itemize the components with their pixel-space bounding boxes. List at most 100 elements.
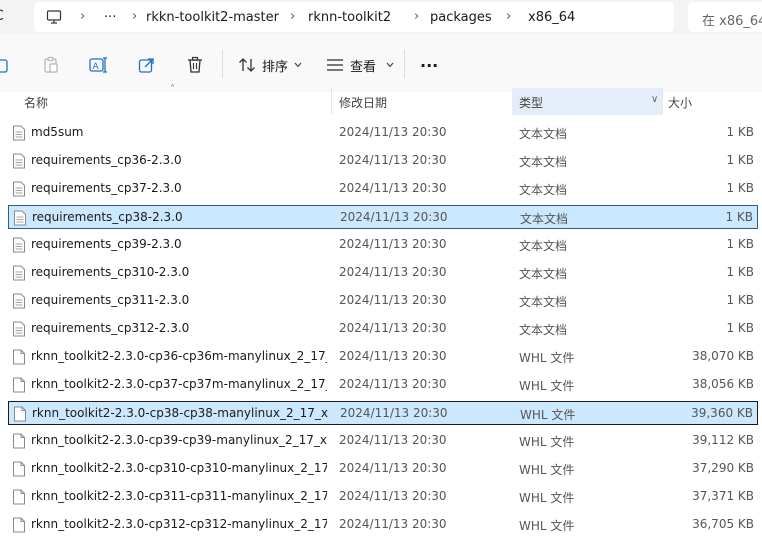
file-type: WHL 文件 [519, 463, 575, 477]
trash-icon [186, 56, 204, 74]
text-file-icon [12, 125, 26, 145]
file-type: WHL 文件 [519, 435, 575, 449]
file-size: 38,070 KB [692, 349, 754, 363]
copy-button[interactable] [0, 54, 10, 76]
file-name: requirements_cp39-2.3.0 [31, 237, 182, 251]
file-type: 文本文档 [519, 155, 568, 169]
chevron-right-icon: › [506, 9, 512, 24]
file-modified-date: 2024/11/13 20:30 [339, 377, 447, 391]
search-box[interactable]: 在 x86_64 [688, 2, 762, 32]
file-modified-date: 2024/11/13 20:30 [339, 125, 447, 139]
file-row[interactable]: requirements_cp39-2.3.0 2024/11/13 20:30 文… [8, 233, 758, 257]
sort-icon [238, 57, 256, 73]
blank-file-icon [12, 349, 26, 369]
file-row[interactable]: requirements_cp38-2.3.0 2024/11/13 20:30 文… [8, 205, 758, 229]
file-row[interactable]: rknn_toolkit2-2.3.0-cp312-cp312-manylinu… [8, 513, 758, 537]
file-row[interactable]: rknn_toolkit2-2.3.0-cp39-cp39-manylinux_… [8, 429, 758, 453]
file-row[interactable]: requirements_cp37-2.3.0 2024/11/13 20:30 文… [8, 177, 758, 201]
file-size: 36,705 KB [692, 517, 754, 531]
file-type: 文本文档 [519, 267, 568, 281]
delete-button[interactable] [186, 54, 204, 76]
file-modified-date: 2024/11/13 20:30 [339, 237, 447, 251]
file-type: 文本文档 [519, 239, 568, 253]
file-name: rknn_toolkit2-2.3.0-cp38-cp38-manylinux_… [32, 406, 328, 420]
text-file-icon [12, 265, 26, 285]
chevron-right-icon: › [132, 9, 138, 24]
file-row[interactable]: requirements_cp310-2.3.0 2024/11/13 20:30… [8, 261, 758, 285]
column-resize-handle[interactable] [662, 88, 663, 114]
file-modified-date: 2024/11/13 20:30 [339, 517, 447, 531]
file-row[interactable]: rknn_toolkit2-2.3.0-cp311-cp311-manylinu… [8, 485, 758, 509]
file-size: 1 KB [726, 321, 754, 335]
more-options-button[interactable]: ··· [420, 54, 438, 76]
file-row[interactable]: requirements_cp312-2.3.0 2024/11/13 20:30… [8, 317, 758, 341]
file-name: requirements_cp38-2.3.0 [32, 210, 183, 224]
rename-icon: A [89, 56, 109, 74]
file-row[interactable]: rknn_toolkit2-2.3.0-cp310-cp310-manylinu… [8, 457, 758, 481]
view-button[interactable]: 查看 [326, 54, 394, 76]
column-filter-chevron-icon[interactable]: ∨ [651, 94, 658, 105]
svg-text:A: A [93, 62, 100, 72]
file-row[interactable]: requirements_cp36-2.3.0 2024/11/13 20:30 文… [8, 149, 758, 173]
file-size: 1 KB [726, 181, 754, 195]
file-modified-date: 2024/11/13 20:30 [339, 293, 447, 307]
file-size: 1 KB [726, 237, 754, 251]
file-size: 1 KB [726, 153, 754, 167]
view-label: 查看 [350, 59, 377, 75]
file-name: requirements_cp312-2.3.0 [31, 321, 190, 335]
file-modified-date: 2024/11/13 20:30 [339, 181, 447, 195]
paste-button[interactable] [42, 54, 60, 76]
column-header-name[interactable]: 名称 [24, 94, 48, 111]
blank-file-icon [12, 517, 26, 537]
blank-file-icon [12, 461, 26, 481]
breadcrumb-item-toolkit2[interactable]: rknn-toolkit2 [308, 10, 391, 25]
file-modified-date: 2024/11/13 20:30 [339, 153, 447, 167]
file-name: requirements_cp311-2.3.0 [31, 293, 190, 307]
column-header-size[interactable]: 大小 [668, 94, 692, 111]
file-type: WHL 文件 [520, 408, 576, 422]
file-name: rknn_toolkit2-2.3.0-cp37-cp37m-manylinux… [31, 377, 327, 391]
file-modified-date: 2024/11/13 20:30 [339, 461, 447, 475]
more-options-label: ··· [420, 55, 439, 75]
file-type: WHL 文件 [519, 519, 575, 533]
file-name: rknn_toolkit2-2.3.0-cp312-cp312-manylinu… [31, 517, 327, 531]
file-size: 1 KB [726, 265, 754, 279]
column-header-modified[interactable]: 修改日期 [339, 94, 387, 111]
command-bar: A 排序 查看 ··· [0, 34, 762, 92]
this-pc-icon[interactable] [46, 9, 62, 29]
column-header-type[interactable]: 类型 [519, 94, 543, 111]
file-row[interactable]: requirements_cp311-2.3.0 2024/11/13 20:30… [8, 289, 758, 313]
file-name: requirements_cp310-2.3.0 [31, 265, 190, 279]
file-type: 文本文档 [519, 295, 568, 309]
file-row[interactable]: rknn_toolkit2-2.3.0-cp37-cp37m-manylinux… [8, 373, 758, 397]
file-row[interactable]: md5sum 2024/11/13 20:30 文本文档 1 KB [8, 121, 758, 145]
breadcrumb-item-packages[interactable]: packages [430, 10, 492, 25]
text-file-icon [12, 181, 26, 201]
blank-file-icon [12, 489, 26, 509]
text-file-icon [12, 237, 26, 257]
breadcrumb-overflow[interactable]: ··· [104, 10, 116, 25]
file-row[interactable]: rknn_toolkit2-2.3.0-cp38-cp38-manylinux_… [8, 401, 758, 425]
file-size: 39,112 KB [692, 433, 754, 447]
file-modified-date: 2024/11/13 20:30 [339, 433, 447, 447]
refresh-icon[interactable]: C [0, 8, 4, 24]
share-button[interactable] [138, 54, 156, 76]
breadcrumb[interactable]: › ··· › rkkn-toolkit2-master › rknn-tool… [34, 2, 674, 32]
file-modified-date: 2024/11/13 20:30 [340, 406, 448, 420]
breadcrumb-item-x86-64[interactable]: x86_64 [528, 10, 575, 25]
file-name: rknn_toolkit2-2.3.0-cp39-cp39-manylinux_… [31, 433, 327, 447]
search-input[interactable]: 在 x86_64 [702, 10, 762, 29]
blank-file-icon [12, 377, 26, 397]
chevron-right-icon: › [80, 9, 86, 24]
rename-button[interactable]: A [89, 54, 109, 76]
file-name: rknn_toolkit2-2.3.0-cp310-cp310-manylinu… [31, 461, 327, 475]
sort-label: 排序 [262, 59, 289, 75]
breadcrumb-item-toolkit-master[interactable]: rkkn-toolkit2-master [146, 10, 279, 25]
sort-button[interactable]: 排序 [238, 54, 302, 76]
blank-file-icon [12, 433, 26, 453]
text-file-icon [12, 153, 26, 173]
file-name: requirements_cp36-2.3.0 [31, 153, 182, 167]
file-modified-date: 2024/11/13 20:30 [339, 265, 447, 279]
column-resize-handle[interactable] [331, 88, 332, 114]
file-row[interactable]: rknn_toolkit2-2.3.0-cp36-cp36m-manylinux… [8, 345, 758, 369]
